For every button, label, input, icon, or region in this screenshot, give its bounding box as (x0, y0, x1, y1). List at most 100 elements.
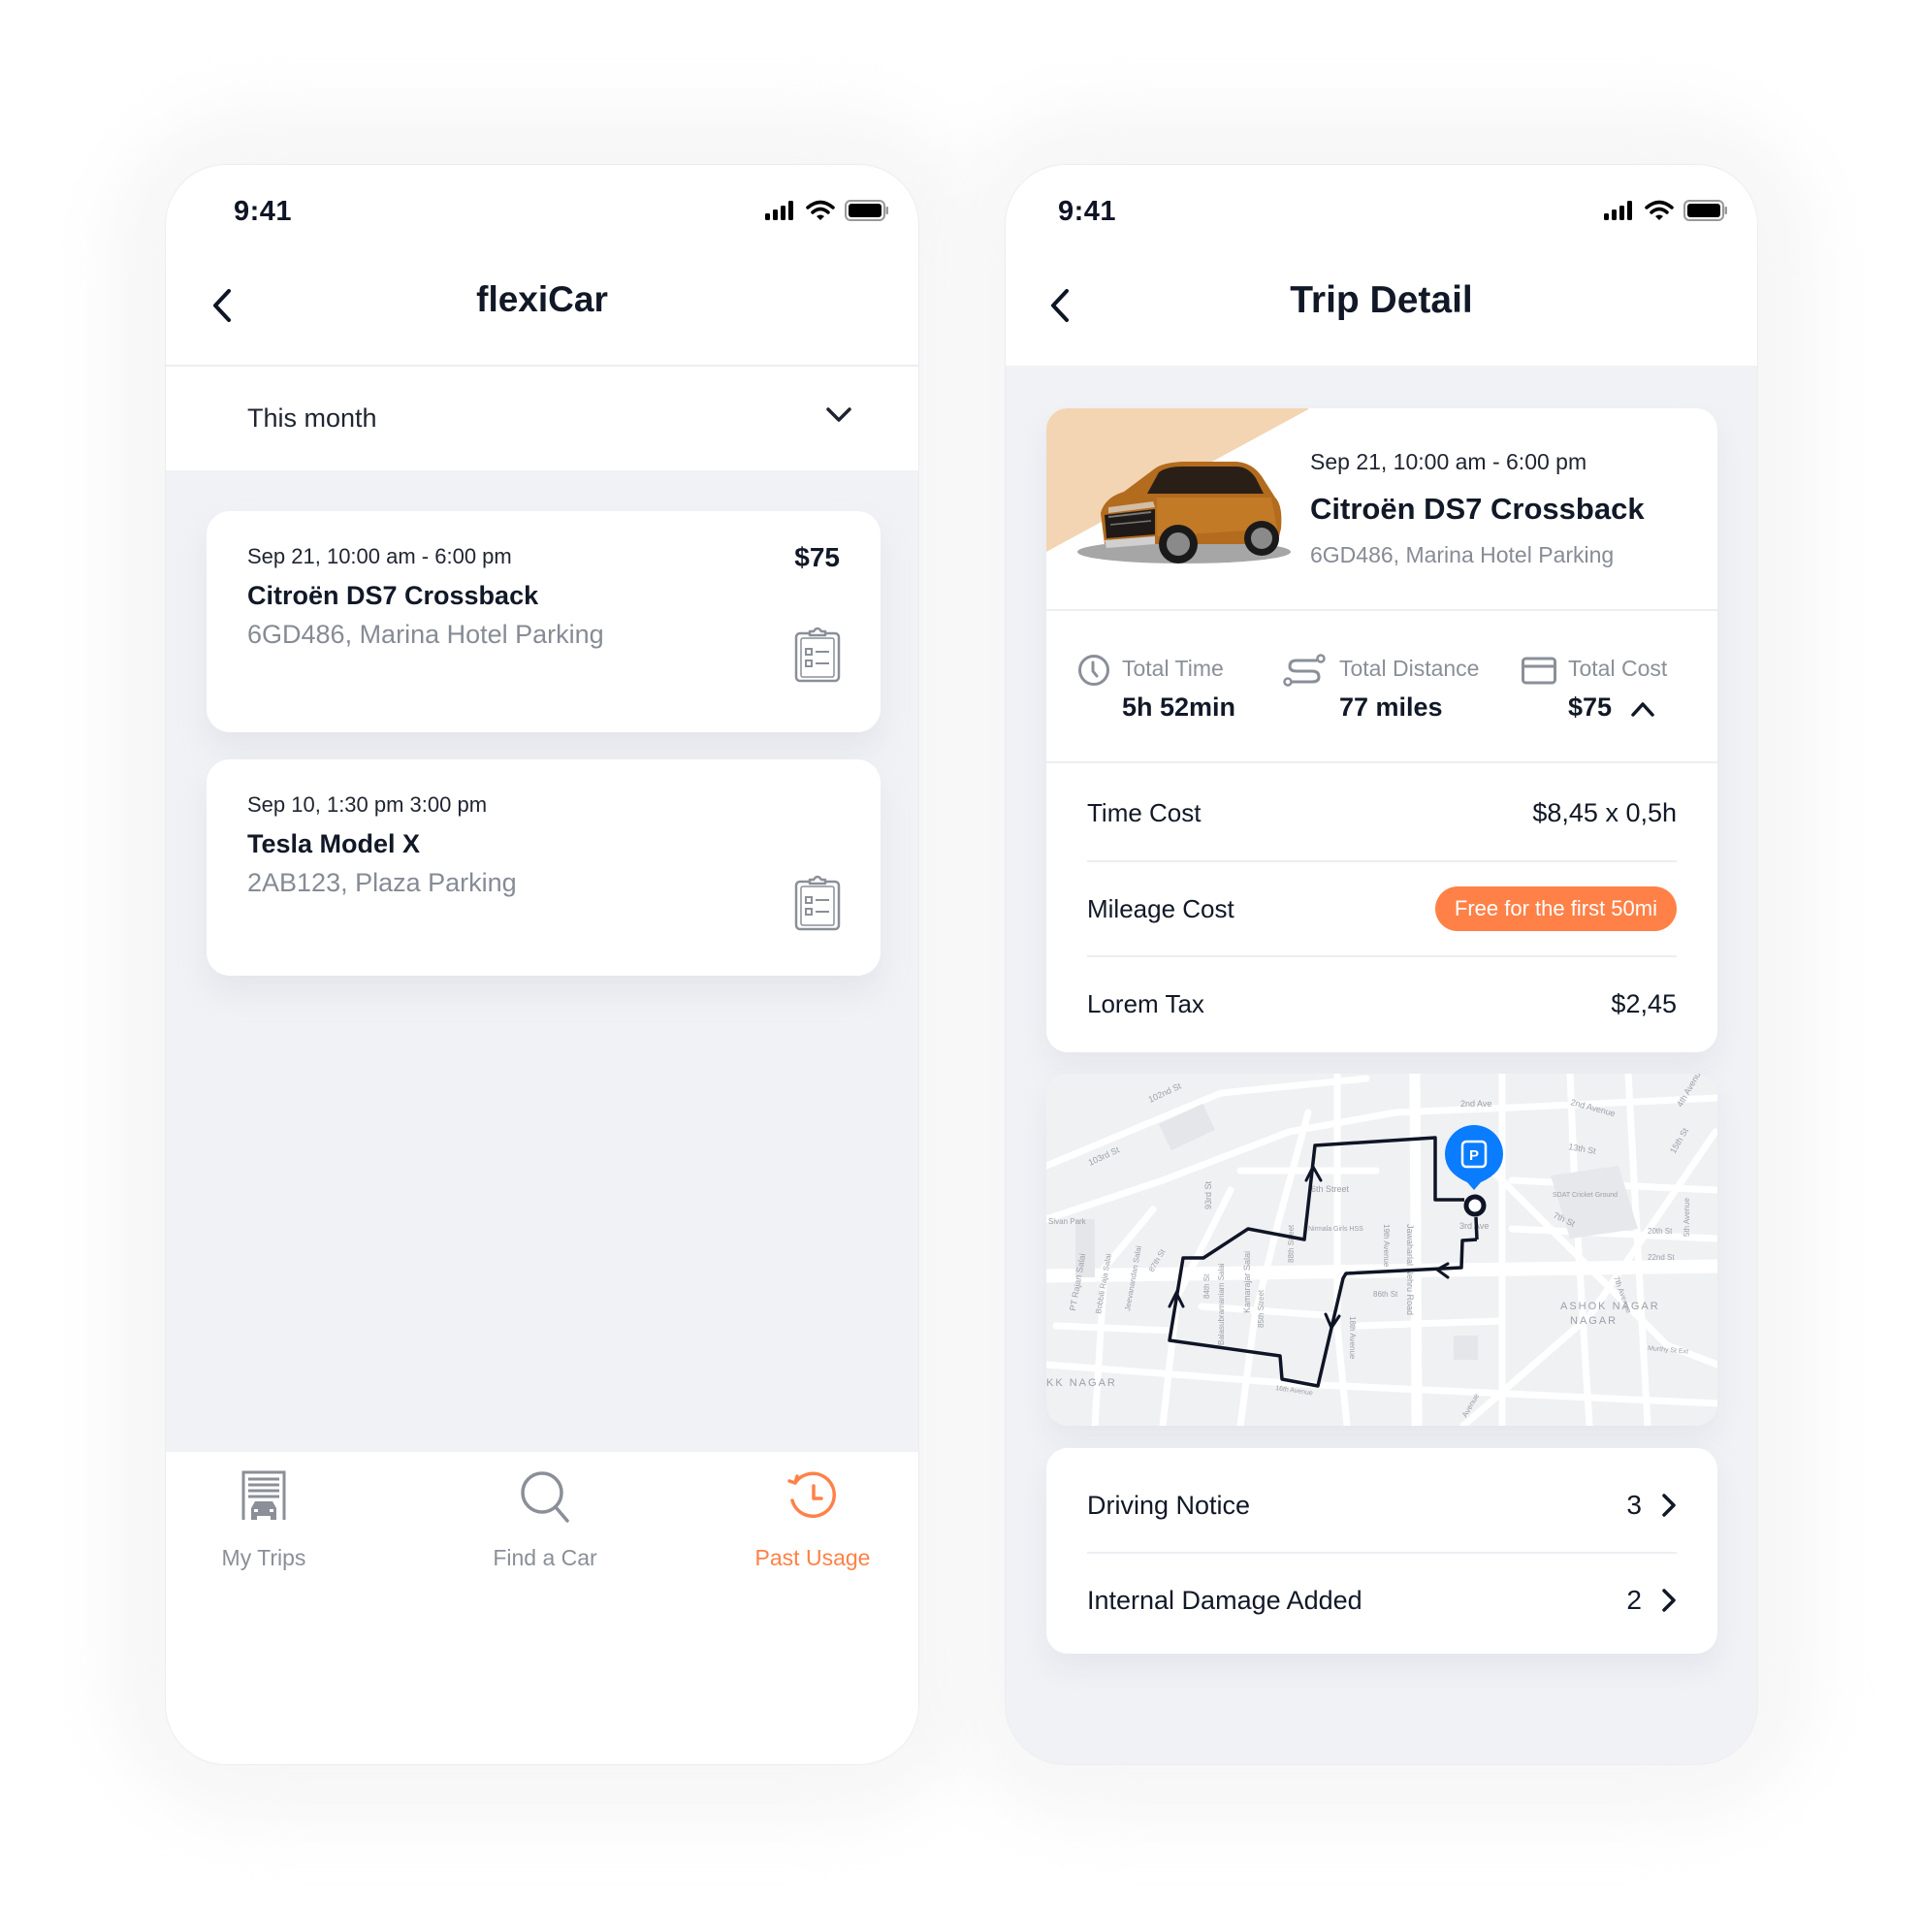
stat-value: 5h 52min (1122, 692, 1236, 722)
map-label: Sivan Park (1048, 1217, 1087, 1226)
clock-icon (1078, 655, 1109, 686)
trip-stats: Total Time 5h 52min Total Distance 77 mi… (1046, 611, 1717, 763)
period-filter-dropdown[interactable]: This month (166, 367, 918, 470)
stat-label: Total Time (1122, 656, 1224, 681)
list-item-internal-damage[interactable]: Internal Damage Added 2 (1087, 1552, 1677, 1647)
cost-label: Mileage Cost (1087, 893, 1234, 923)
map-label: Kamarajar Salai (1242, 1251, 1252, 1313)
signal-icon (1604, 201, 1632, 220)
map-canvas: 102nd St 103rd St 2nd Ave 2nd Avenue 4th… (1046, 1074, 1717, 1426)
map-label: 86th St (1373, 1290, 1398, 1299)
trip-location: 2AB123, Plaza Parking (247, 868, 517, 897)
tab-find-a-car[interactable]: Find a Car (448, 1452, 642, 1597)
stat-label: Total Distance (1339, 656, 1480, 681)
route-icon (1283, 654, 1326, 687)
route-map[interactable]: 102nd St 103rd St 2nd Ave 2nd Avenue 4th… (1046, 1074, 1717, 1426)
list-label: Internal Damage Added (1087, 1585, 1362, 1615)
tab-label: Past Usage (754, 1545, 871, 1570)
map-label-nagar: NAGAR (1570, 1315, 1618, 1327)
clipboard-icon[interactable] (793, 874, 842, 932)
status-bar: 9:41 (1006, 165, 1757, 272)
header: 9:41 Trip Detail (1006, 165, 1757, 366)
car-location: 6GD486, Marina Hotel Parking (1310, 542, 1615, 567)
page-title: flexiCar (476, 279, 608, 319)
stat-value: 77 miles (1339, 692, 1443, 722)
cost-row-tax: Lorem Tax $2,45 (1087, 955, 1677, 1050)
trip-date: Sep 21, 10:00 am - 6:00 pm (1310, 449, 1587, 474)
trip-location: 6GD486, Marina Hotel Parking (247, 620, 604, 649)
history-clock-icon (787, 1471, 836, 1518)
trip-date: Sep 10, 1:30 pm 3:00 pm (247, 792, 488, 817)
list-count: 2 (1626, 1585, 1642, 1615)
map-label: Nirmala Girls HSS (1308, 1226, 1363, 1233)
page-title: Trip Detail (1290, 279, 1473, 321)
header: 9:41 flexiCar (166, 165, 918, 367)
status-bar: 9:41 (166, 165, 918, 272)
tab-my-trips[interactable]: My Trips (167, 1452, 361, 1597)
route-path (1474, 1216, 1479, 1240)
tab-label: My Trips (221, 1545, 306, 1570)
tab-label: Find a Car (493, 1545, 597, 1570)
map-label: 88th Street (1287, 1224, 1296, 1263)
clipboard-icon[interactable] (793, 626, 842, 684)
chevron-up-icon[interactable] (1630, 700, 1655, 718)
cost-label: Lorem Tax (1087, 988, 1204, 1018)
map-label: 6th Street (1311, 1184, 1350, 1194)
filter-selected-value: This month (247, 403, 377, 433)
list-label: Driving Notice (1087, 1490, 1251, 1520)
cost-value: $2,45 (1611, 988, 1677, 1018)
chevron-right-icon (1662, 1494, 1676, 1517)
map-block (1454, 1336, 1478, 1360)
pin-label: P (1469, 1147, 1479, 1164)
battery-icon (845, 200, 888, 221)
car-name: Citroën DS7 Crossback (1310, 492, 1645, 526)
trip-car-name: Tesla Model X (247, 829, 421, 858)
signal-icon (765, 201, 793, 220)
tab-past-usage[interactable]: Past Usage (716, 1452, 910, 1597)
cost-label: Time Cost (1087, 797, 1202, 827)
list-count: 3 (1626, 1490, 1642, 1520)
list-item-driving-notice[interactable]: Driving Notice 3 (1087, 1458, 1677, 1553)
battery-icon (1683, 200, 1727, 221)
map-label: 5th Avenue (1683, 1198, 1691, 1237)
map-label: 84th St (1202, 1273, 1211, 1299)
map-label: 20th St (1648, 1227, 1673, 1236)
chevron-right-icon (1662, 1589, 1676, 1612)
trip-card[interactable]: Sep 10, 1:30 pm 3:00 pm Tesla Model X 2A… (207, 759, 881, 976)
trip-price: $75 (794, 542, 840, 572)
trip-car-name: Citroën DS7 Crossback (247, 581, 539, 610)
garage-car-icon (241, 1470, 286, 1520)
wifi-icon (1645, 200, 1674, 220)
search-icon (521, 1471, 569, 1523)
map-label: SDAT Cricket Ground (1553, 1192, 1618, 1199)
trip-notices-card: Driving Notice 3 Internal Damage Added 2 (1046, 1448, 1717, 1654)
trip-card[interactable]: Sep 21, 10:00 am - 6:00 pm $75 Citroën D… (207, 511, 881, 732)
wifi-icon (806, 200, 835, 220)
trip-date: Sep 21, 10:00 am - 6:00 pm (247, 544, 512, 568)
map-label: 3rd Ave (1459, 1221, 1489, 1231)
cost-row-mileage: Mileage Cost Free for the first 50mi (1087, 860, 1677, 955)
card-icon (1522, 657, 1556, 685)
map-label: KK NAGAR (1046, 1377, 1117, 1389)
chevron-down-icon (826, 407, 851, 422)
map-label: Balasubramaniam Salai (1217, 1263, 1226, 1345)
phone-past-usage: 9:41 flexiCar This month Sep 21, 10:00 a… (166, 165, 918, 1764)
car-summary: Sep 21, 10:00 am - 6:00 pm Citroën DS7 C… (1046, 408, 1717, 611)
map-label: 18th Avenue (1348, 1316, 1357, 1360)
trip-detail-card: Sep 21, 10:00 am - 6:00 pm Citroën DS7 C… (1046, 408, 1717, 1052)
stat-value: $75 (1568, 692, 1613, 722)
status-time: 9:41 (234, 196, 293, 227)
map-label: 19th Avenue (1382, 1224, 1391, 1268)
phone-trip-detail: 9:41 Trip Detail Sep 21, 10:00 am - 6:00… (1006, 165, 1757, 1764)
stat-label: Total Cost (1568, 656, 1668, 681)
map-label: 2nd Ave (1460, 1099, 1491, 1109)
cost-value: $8,45 x 0,5h (1532, 797, 1677, 827)
tab-bar: My Trips Find a Car Past Usage (166, 1452, 918, 1764)
cost-row-time: Time Cost $8,45 x 0,5h (1087, 765, 1677, 860)
car-image (1046, 408, 1308, 564)
status-time: 9:41 (1058, 196, 1117, 227)
map-label: 85th Street (1257, 1289, 1266, 1328)
map-label: 93rd St (1203, 1180, 1213, 1209)
route-end-icon (1463, 1194, 1487, 1217)
map-label: ASHOK NAGAR (1560, 1301, 1660, 1312)
